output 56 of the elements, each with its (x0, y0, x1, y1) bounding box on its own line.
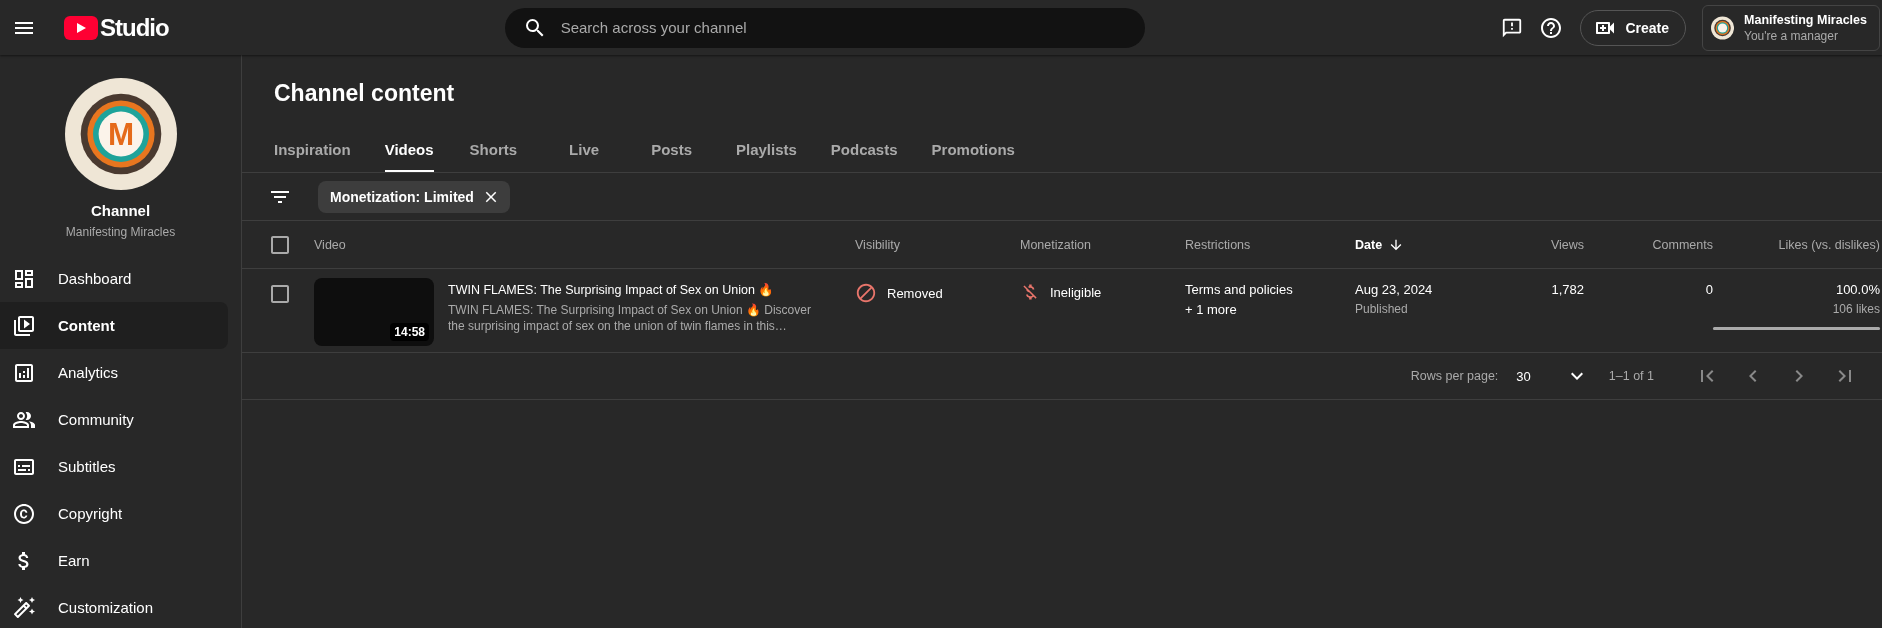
page-range: 1–1 of 1 (1608, 369, 1654, 383)
tab[interactable]: Shorts (469, 126, 518, 172)
column-header[interactable]: Likes (vs. dislikes) (1713, 237, 1880, 252)
monetization-status[interactable]: Ineligible (1050, 284, 1102, 300)
sidebar-item[interactable]: Subtitles (0, 443, 228, 490)
video-title[interactable]: TWIN FLAMES: The Surprising Impact of Sex on Union 🔥 (448, 282, 820, 297)
sidebar-item[interactable]: Customization (0, 584, 228, 628)
tab[interactable]: Videos (384, 126, 434, 172)
sidebar-item[interactable]: Community (0, 396, 228, 443)
video-duration: 14:58 (390, 323, 429, 341)
sidebar-item[interactable]: Content (0, 302, 228, 349)
video-library-icon (12, 313, 36, 338)
copyright-icon (12, 501, 36, 526)
column-header[interactable]: Restrictions (1185, 237, 1355, 252)
comments-count: 0 (1705, 282, 1713, 297)
views-count: 1,782 (1551, 282, 1584, 297)
visibility-status[interactable]: Removed (887, 285, 943, 301)
search-field[interactable]: Search across your channel (504, 7, 1145, 48)
tab[interactable]: Live (569, 126, 600, 172)
tab[interactable]: Promotions (931, 126, 1015, 172)
channel-title: Channel (90, 202, 151, 219)
sidebar-item[interactable]: Analytics (0, 349, 228, 396)
tab[interactable]: Posts (651, 126, 692, 172)
likes-percent: 100.0% (1835, 282, 1880, 297)
date-status: Published (1355, 302, 1408, 316)
column-header[interactable]: Video (314, 237, 855, 252)
play-logo-icon (64, 15, 98, 40)
video-thumbnail[interactable]: 14:58 (314, 278, 434, 346)
date-text: Aug 23, 2024 (1355, 282, 1433, 297)
restriction-text[interactable]: Terms and policies (1185, 282, 1293, 297)
sidebar-item[interactable]: Copyright (0, 490, 228, 537)
column-header[interactable]: Comments (1584, 237, 1713, 252)
magic-wand-icon (12, 595, 36, 620)
money-off-icon (1020, 282, 1040, 302)
column-header[interactable]: Views (1485, 237, 1584, 252)
channel-name: Manifesting Miracles (65, 225, 176, 239)
sidebar-item[interactable]: Earn (0, 537, 228, 584)
sidebar-item[interactable]: Dashboard (0, 255, 228, 302)
column-header[interactable]: Date (1355, 236, 1485, 253)
tab[interactable]: Inspiration (274, 126, 351, 172)
blocked-icon (855, 282, 877, 304)
column-header[interactable]: Monetization (1020, 237, 1185, 252)
row-checkbox[interactable] (268, 282, 292, 306)
channel-avatar: M (64, 78, 177, 190)
rows-per-page-label: Rows per page: (1410, 369, 1499, 383)
column-header[interactable]: Visibility (855, 237, 1020, 252)
tab[interactable]: Playlists (736, 126, 797, 172)
tab[interactable]: Podcasts (830, 126, 898, 172)
likes-count: 106 likes (1832, 302, 1880, 316)
account-button[interactable]: Manifesting Miracles You're a manager (1702, 4, 1880, 51)
video-description: TWIN FLAMES: The Surprising Impact of Sex on Union 🔥 Discover the surprising impact of sex on the union of twin flames in this… (448, 302, 812, 334)
filter-chip[interactable]: Monetization: Limited (318, 180, 510, 213)
page-title: Channel content (273, 79, 456, 108)
rows-per-page-dropdown[interactable]: 30 (1516, 364, 1589, 388)
studio-logo[interactable]: Studio (64, 13, 169, 42)
more-restrictions-link[interactable]: + 1 more (1185, 302, 1237, 317)
